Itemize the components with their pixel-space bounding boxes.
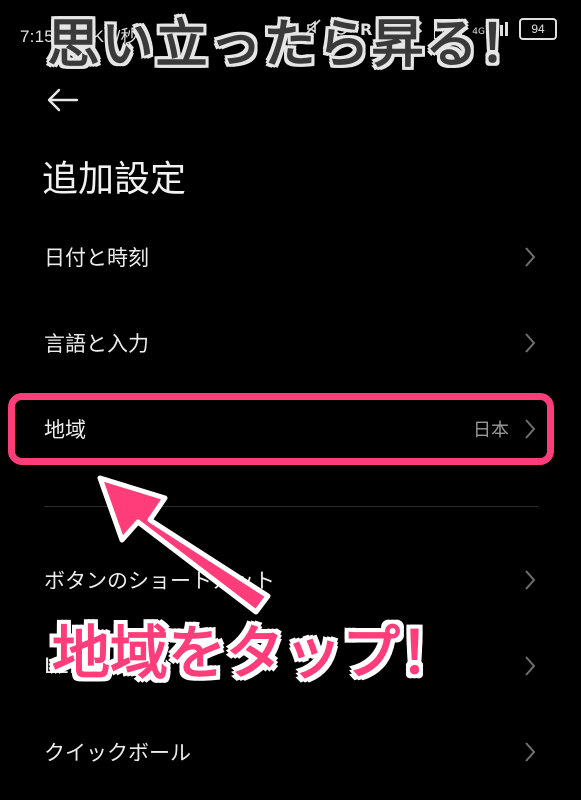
callout-text: 地域をタップ！ xyxy=(52,619,459,687)
